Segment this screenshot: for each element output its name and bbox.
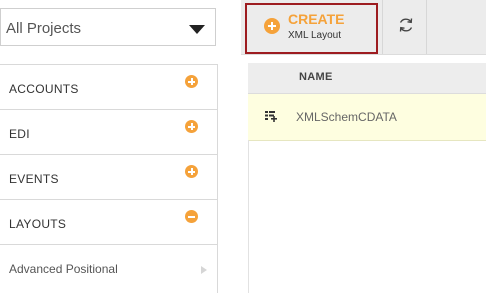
minus-circle-icon[interactable]	[185, 210, 198, 223]
project-select[interactable]: All Projects	[0, 8, 216, 46]
row-name-cell: XMLSchemCDATA	[296, 110, 397, 124]
create-xml-layout-button[interactable]: CREATE XML Layout	[245, 3, 378, 54]
refresh-button[interactable]	[382, 0, 427, 54]
create-button-sublabel: XML Layout	[288, 30, 341, 41]
plus-circle-icon[interactable]	[185, 165, 198, 178]
sidebar-menu: ACCOUNTS EDI EVENTS LAYOUTS Advanced Pos…	[0, 64, 218, 293]
project-select-value: All Projects	[6, 20, 82, 37]
sidebar-subitem-label: Advanced Positional	[9, 262, 118, 276]
table-row[interactable]: XMLSchemCDATA	[248, 94, 486, 141]
layout-add-icon	[265, 111, 277, 122]
plus-circle-icon	[264, 18, 280, 34]
chevron-right-icon	[201, 266, 207, 274]
sidebar-item-label: EVENTS	[9, 172, 59, 186]
left-panel: All Projects ACCOUNTS EDI EVENTS LAYOUTS…	[0, 0, 218, 293]
grid-header: NAME	[248, 63, 486, 94]
sidebar-subitem-advanced-positional[interactable]: Advanced Positional	[0, 244, 217, 291]
sidebar-item-label: EDI	[9, 127, 30, 141]
chevron-down-icon[interactable]	[189, 25, 205, 34]
sidebar-item-events[interactable]: EVENTS	[0, 154, 217, 199]
toolbar: CREATE XML Layout	[241, 0, 486, 55]
sidebar-item-label: ACCOUNTS	[9, 82, 79, 96]
sidebar-item-edi[interactable]: EDI	[0, 109, 217, 154]
sidebar-item-label: LAYOUTS	[9, 217, 67, 231]
plus-circle-icon[interactable]	[185, 75, 198, 88]
grid-border	[248, 140, 249, 293]
refresh-icon	[399, 18, 413, 32]
sidebar-item-accounts[interactable]: ACCOUNTS	[0, 64, 217, 109]
create-button-label: CREATE	[288, 11, 345, 27]
sidebar-item-layouts[interactable]: LAYOUTS	[0, 199, 217, 244]
plus-circle-icon[interactable]	[185, 120, 198, 133]
column-header-name[interactable]: NAME	[299, 71, 333, 83]
layouts-grid: NAME XMLSchemCDATA	[248, 63, 486, 293]
